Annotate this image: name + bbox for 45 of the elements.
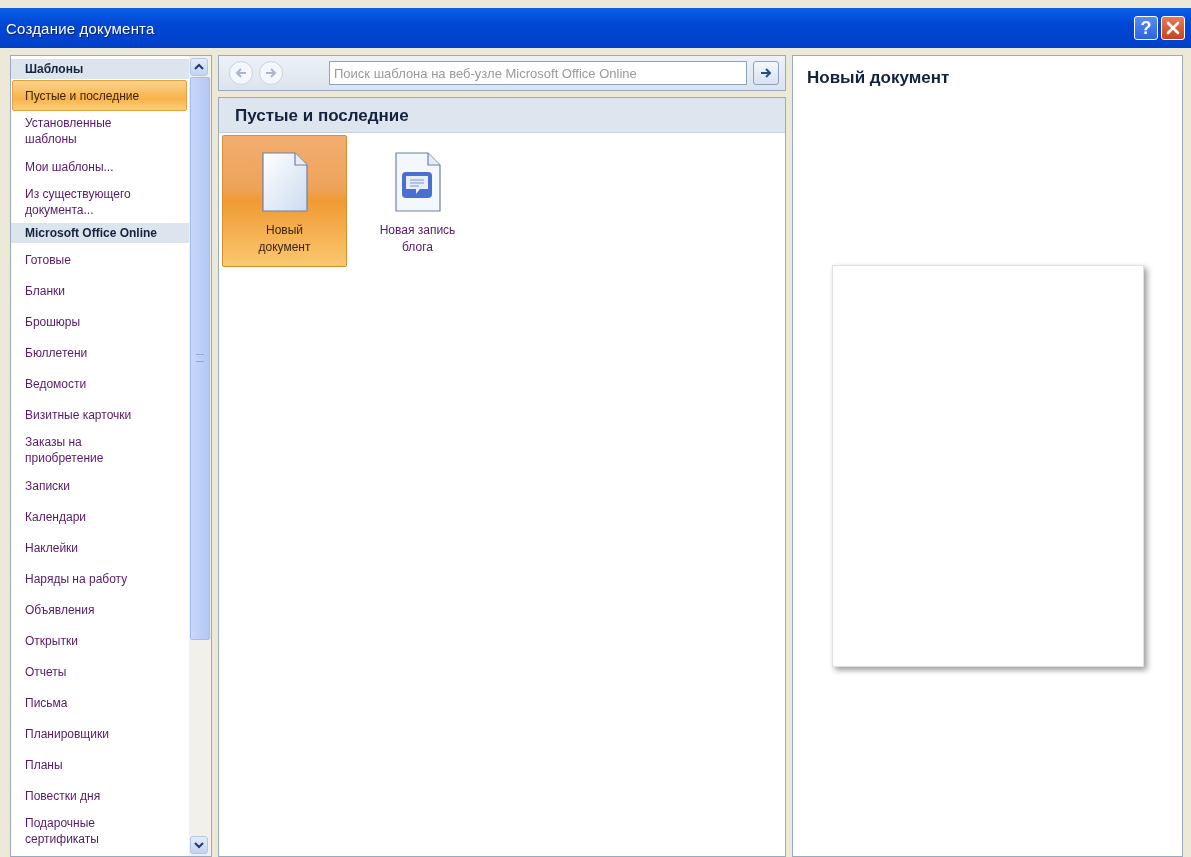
sidebar-item[interactable]: Установленные шаблоны — [11, 112, 189, 150]
chevron-up-icon — [194, 63, 204, 71]
sidebar-item[interactable]: Объявления — [11, 595, 189, 624]
sidebar-item[interactable]: Наклейки — [11, 533, 189, 562]
sidebar-item[interactable]: Отчеты — [11, 657, 189, 686]
sidebar-header: Microsoft Office Online — [11, 223, 189, 243]
sidebar-item[interactable]: Ведомости — [11, 369, 189, 398]
preview-title: Новый документ — [807, 68, 951, 88]
template-tile[interactable]: Новый документ — [222, 135, 347, 267]
close-icon — [1166, 21, 1180, 35]
sidebar-item[interactable]: Повестки дня — [11, 781, 189, 810]
scroll-down-button[interactable] — [190, 836, 208, 854]
sidebar-item[interactable]: Планировщики — [11, 719, 189, 748]
sidebar-item[interactable]: Записки — [11, 471, 189, 500]
help-button[interactable]: ? — [1134, 16, 1158, 40]
forward-arrow-icon — [264, 66, 278, 80]
scroll-up-button[interactable] — [190, 58, 208, 76]
sidebar-item[interactable]: Подарочные сертификаты — [11, 812, 189, 850]
sidebar-item[interactable]: Мои шаблоны... — [11, 152, 189, 181]
sidebar-item[interactable]: Письма — [11, 688, 189, 717]
sidebar-item[interactable]: Открытки — [11, 626, 189, 655]
sidebar-item[interactable]: Готовые — [11, 245, 189, 274]
sidebar-item[interactable]: Бюллетени — [11, 338, 189, 367]
sidebar-item[interactable]: Брошюры — [11, 307, 189, 336]
template-tile[interactable]: Новая запись блога — [355, 135, 480, 267]
section-title: Пустые и последние — [235, 106, 409, 125]
sidebar-item[interactable]: Пустые и последние — [12, 80, 187, 111]
sidebar-item[interactable]: Бланки — [11, 276, 189, 305]
sidebar-item[interactable]: Календари — [11, 502, 189, 531]
search-field[interactable]: Поиск шаблона на веб-узле Microsoft Office Online — [329, 61, 747, 85]
sidebar-item[interactable]: Планы — [11, 750, 189, 779]
sidebar-header: Шаблоны — [11, 59, 189, 79]
close-button[interactable] — [1161, 16, 1185, 40]
sidebar-item[interactable]: Визитные карточки — [11, 400, 189, 429]
search-button[interactable] — [753, 61, 779, 85]
window-title: Создание документа — [6, 19, 155, 37]
document-icon — [261, 152, 308, 212]
chevron-down-icon — [194, 841, 204, 849]
arrow-right-icon — [759, 66, 773, 80]
blog-document-icon — [394, 152, 441, 212]
scrollbar[interactable] — [189, 56, 211, 856]
sidebar-item[interactable]: Из существующего документа... — [11, 183, 189, 221]
sidebar-item[interactable]: Наряды на работу — [11, 564, 189, 593]
back-arrow-icon — [234, 66, 248, 80]
sidebar-item[interactable]: Заказы на приобретение — [11, 431, 189, 469]
